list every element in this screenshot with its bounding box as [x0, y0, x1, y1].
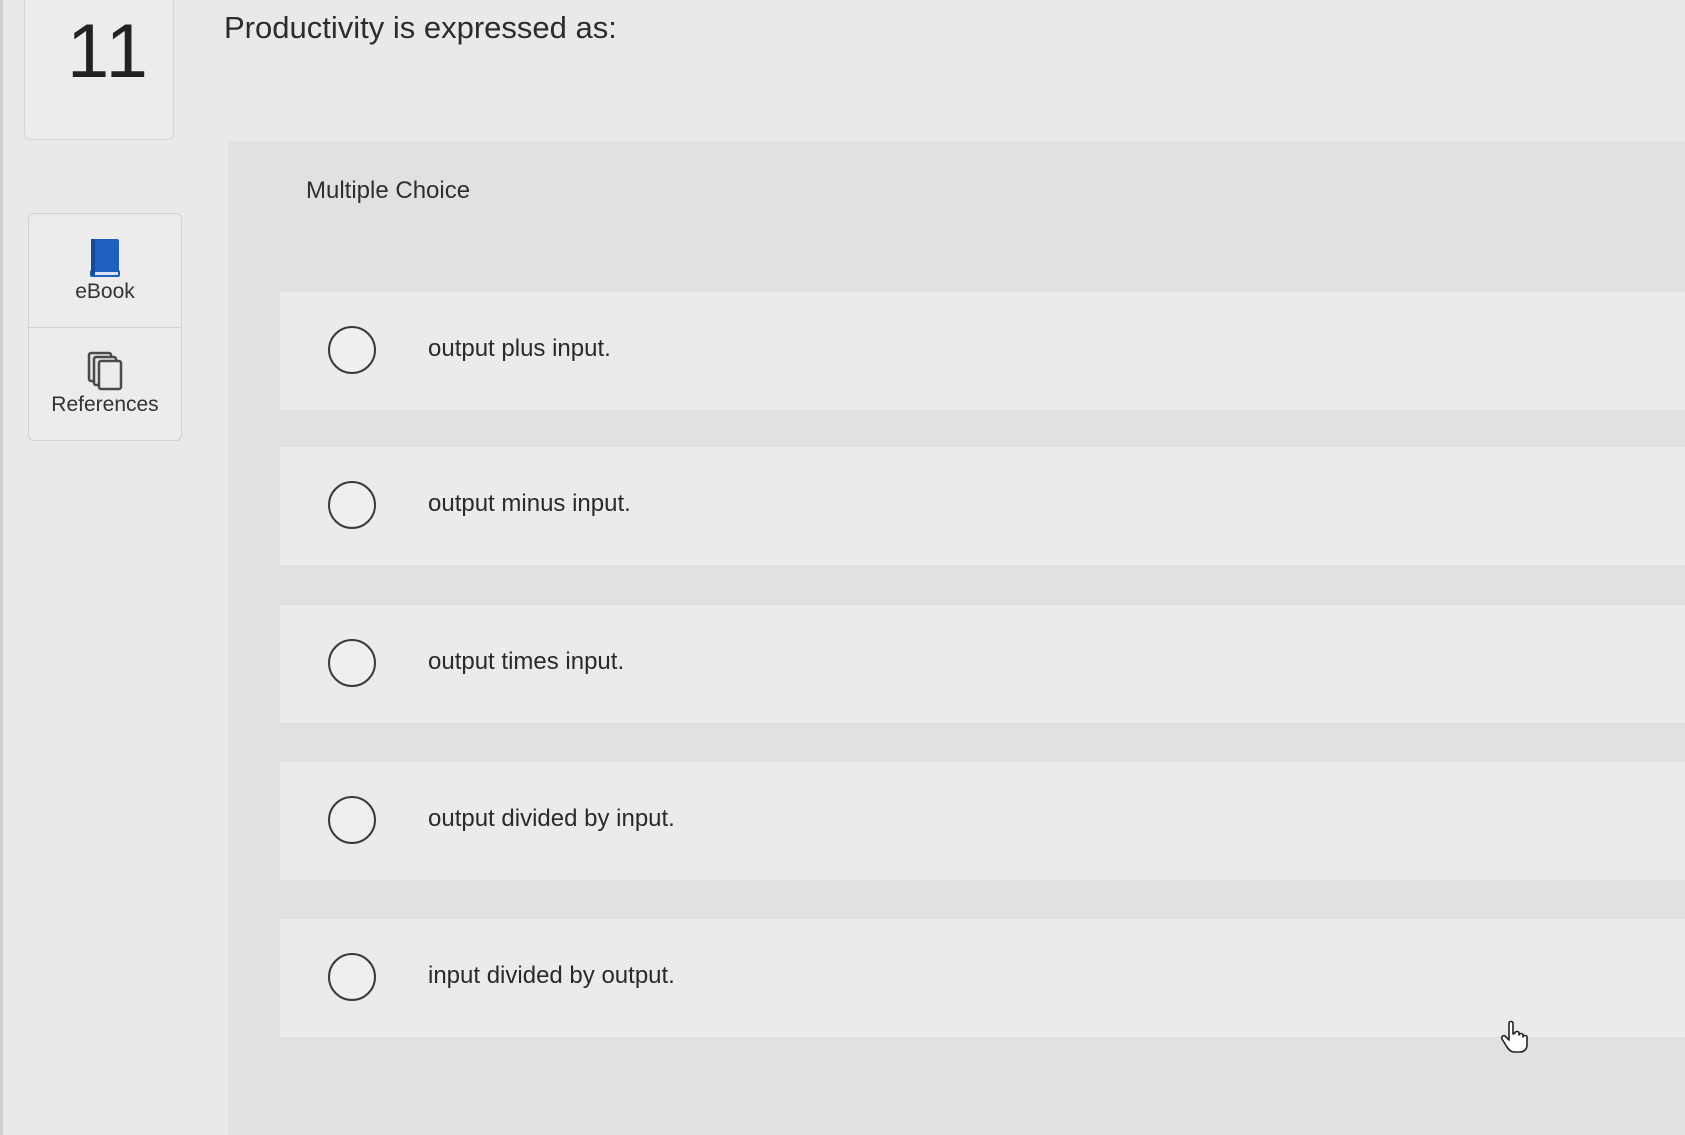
choice-option[interactable]: input divided by output. — [280, 919, 1685, 1037]
window-left-edge — [0, 0, 3, 1135]
ebook-label: eBook — [75, 280, 135, 303]
references-button[interactable]: References — [29, 327, 181, 440]
book-icon — [88, 238, 122, 283]
question-type-label: Multiple Choice — [306, 177, 471, 204]
choice-option[interactable]: output minus input. — [280, 447, 1685, 565]
choice-option[interactable]: output plus input. — [280, 292, 1685, 410]
choice-option[interactable]: output divided by input. — [280, 762, 1685, 880]
question-tools: eBook References — [28, 213, 182, 441]
choice-label: output divided by input. — [428, 805, 675, 832]
answer-panel: Multiple Choice output plus input. outpu… — [228, 142, 1685, 1135]
question-number-box: 11 — [24, 0, 174, 140]
radio-button[interactable] — [328, 326, 376, 374]
choice-label: input divided by output. — [428, 962, 675, 989]
question-number: 11 — [67, 9, 150, 94]
radio-button[interactable] — [328, 481, 376, 529]
ebook-button[interactable]: eBook — [29, 214, 181, 328]
documents-icon — [87, 351, 123, 396]
choice-label: output minus input. — [428, 490, 631, 517]
choice-option[interactable]: output times input. — [280, 605, 1685, 723]
question-prompt: Productivity is expressed as: — [224, 10, 617, 45]
choice-label: output times input. — [428, 648, 625, 675]
choice-label: output plus input. — [428, 335, 611, 362]
hand-pointer-icon — [1500, 1020, 1530, 1059]
references-label: References — [51, 393, 159, 416]
radio-button[interactable] — [328, 639, 376, 687]
radio-button[interactable] — [328, 953, 376, 1001]
radio-button[interactable] — [328, 796, 376, 844]
